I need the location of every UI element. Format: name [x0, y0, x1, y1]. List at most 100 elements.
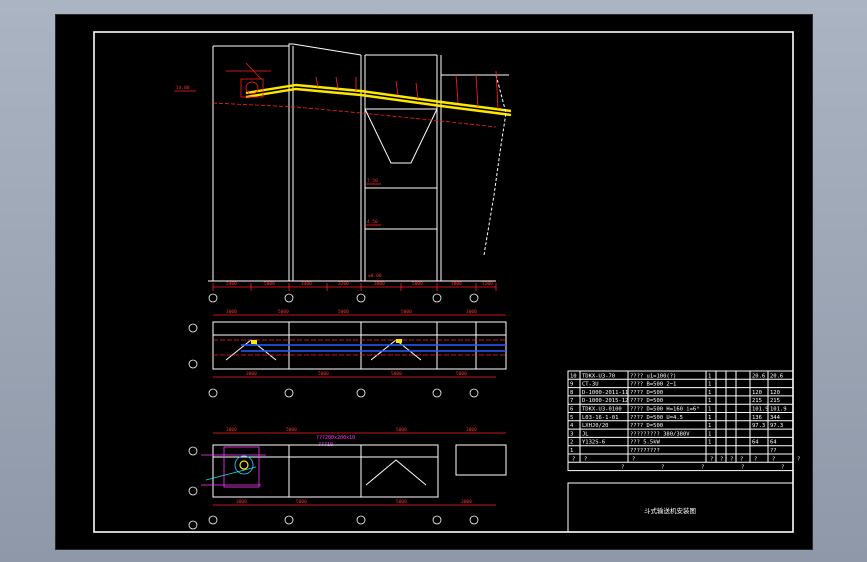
svg-text:5000: 5000 [456, 371, 467, 377]
bom-cell: 5 [570, 415, 573, 421]
bom-cell: 20.6 [752, 373, 765, 379]
svg-text:5000: 5000 [264, 281, 275, 287]
bom-header-cell: ? [772, 456, 775, 462]
bom-cell: JL [582, 431, 589, 437]
bom-cell: 97.3 [752, 423, 765, 429]
svg-text:5000: 5000 [396, 427, 407, 433]
bill-of-materials: 10 TDKX-U3-70 ???? u1=100(?) 1 20.6 20.6 9 CT-3… [567, 370, 800, 472]
bom-cell: ???? D=500 U=4.5 [630, 415, 683, 421]
svg-text:1200: 1200 [482, 281, 493, 287]
svg-text:3000: 3000 [451, 281, 462, 287]
bom-header-cell: ? [741, 465, 744, 471]
bom-cell: 120 [770, 390, 780, 396]
svg-text:5000: 5000 [391, 371, 402, 377]
bom-header-cell: ? [797, 456, 800, 462]
bom-cell: 1 [708, 423, 711, 429]
svg-text:5000: 5000 [412, 281, 423, 287]
bom-header-cell: ? [710, 456, 713, 462]
bom-cell: 1 [708, 382, 711, 388]
elevation-view: 14.00 7.50 4.50 ±0.00 2400 5000 3400 320… [174, 43, 512, 303]
level-bottom: ±0.00 [368, 273, 382, 279]
bom-cell: 8 [570, 390, 573, 396]
bom-cell: ??? 5.5kW [630, 440, 660, 446]
bom-cell: 215 [752, 398, 762, 404]
bom-cell: TDKX-U3-70 [582, 373, 615, 379]
bom-header-cell: ? [632, 456, 635, 462]
bom-cell: L03-16-1-01 [582, 415, 618, 421]
bom-cell: 344 [770, 415, 781, 421]
bom-cell: Y132S-6 [582, 440, 605, 446]
svg-text:5000: 5000 [286, 427, 297, 433]
plan-view-middle: 3000 5000 5000 5000 3000 3000 5000 5000 … [188, 309, 507, 398]
bom-cell: 1 [708, 390, 711, 396]
bom-cell: CT-3U [582, 382, 599, 388]
bom-cell: D-1000-2011-11 [582, 390, 628, 396]
svg-text:5000: 5000 [338, 309, 349, 315]
level-left: 14.00 [176, 85, 190, 91]
bom-cell: 1 [708, 407, 711, 413]
svg-text:5000: 5000 [396, 499, 407, 505]
bom-cell: 3 [570, 431, 573, 437]
drawing-sheet: 14.00 7.50 4.50 ±0.00 2400 5000 3400 320… [93, 31, 800, 533]
bom-cell: 4 [570, 423, 574, 429]
bom-cell: 101.9 [752, 407, 769, 413]
bom-cell: ???? u1=100(?) [630, 373, 676, 379]
bom-cell: 9 [570, 382, 573, 388]
bom-cell: 10 [570, 373, 577, 379]
svg-text:5000: 5000 [401, 309, 412, 315]
axis-bubbles-top [208, 293, 479, 303]
bom-header-cell: ? [730, 456, 733, 462]
svg-text:3000: 3000 [236, 499, 247, 505]
svg-text:3400: 3400 [301, 281, 312, 287]
bom-cell: 1 [570, 448, 573, 454]
level-mid-1: 7.50 [367, 178, 378, 184]
bom-cell: D-1000-2015-12 [582, 398, 628, 404]
bom-cell: 1 [708, 373, 711, 379]
bom-header-cell: ? [781, 465, 784, 471]
svg-text:5000: 5000 [318, 371, 329, 377]
bom-cell: ????????? [630, 448, 660, 454]
bom-cell: 215 [770, 398, 780, 404]
bom-cell: 7 [570, 398, 573, 404]
bom-cell: ?? [770, 448, 777, 454]
cad-viewport[interactable]: 14.00 7.50 4.50 ±0.00 2400 5000 3400 320… [55, 14, 813, 550]
svg-text:5000: 5000 [296, 499, 307, 505]
level-mid-2: 4.50 [367, 219, 378, 225]
svg-text:3000: 3000 [246, 371, 257, 377]
drawing-title: 斗式输送机安装图 [644, 506, 696, 515]
svg-text:3200: 3200 [338, 281, 349, 287]
bom-header-cell: ? [584, 456, 587, 462]
bom-header-cell: ? [621, 465, 624, 471]
bom-cell: 1 [708, 398, 711, 404]
svg-text:3000: 3000 [466, 427, 477, 433]
svg-text:3000: 3000 [461, 499, 472, 505]
svg-text:3000: 3000 [226, 427, 237, 433]
bom-cell: 120 [752, 390, 762, 396]
bom-cell: ???? D=500 [630, 390, 663, 396]
bom-header-cell: ? [740, 456, 743, 462]
bom-cell: 64 [752, 440, 759, 446]
bom-cell: LXHJ0/20 [582, 423, 609, 429]
bom-header-cell: ? [572, 456, 575, 462]
bom-cell: 2 [570, 440, 573, 446]
bom-cell: 101.9 [770, 407, 787, 413]
bom-header-cell: ? [701, 465, 704, 471]
bom-cell: ???? D=500 [630, 423, 663, 429]
bom-cell: 1 [708, 431, 711, 437]
bom-cell: TDKX-U3-0100 [582, 407, 622, 413]
bom-header-cell: ? [661, 465, 664, 471]
svg-text:3000: 3000 [226, 309, 237, 315]
bom-cell: 1 [708, 415, 711, 421]
member-size-label: ???200x200x10 [316, 435, 355, 441]
bom-cell: ???? D=500 H=160 i=6° [630, 407, 700, 413]
plan-view-bottom: 3000 5000 5000 3000 ???200x200x10 ???10 … [188, 427, 507, 530]
bom-cell: ???? B=500 2~1 [630, 382, 676, 388]
bom-cell: 6 [570, 407, 573, 413]
bom-header-cell: ? [720, 456, 723, 462]
bom-cell: 20.6 [770, 373, 783, 379]
bom-cell: 97.3 [770, 423, 783, 429]
bom-cell: 1 [708, 440, 711, 446]
svg-text:3000: 3000 [466, 309, 477, 315]
svg-text:2400: 2400 [226, 281, 237, 287]
bom-cell: ????????? 380/380V [630, 431, 690, 437]
